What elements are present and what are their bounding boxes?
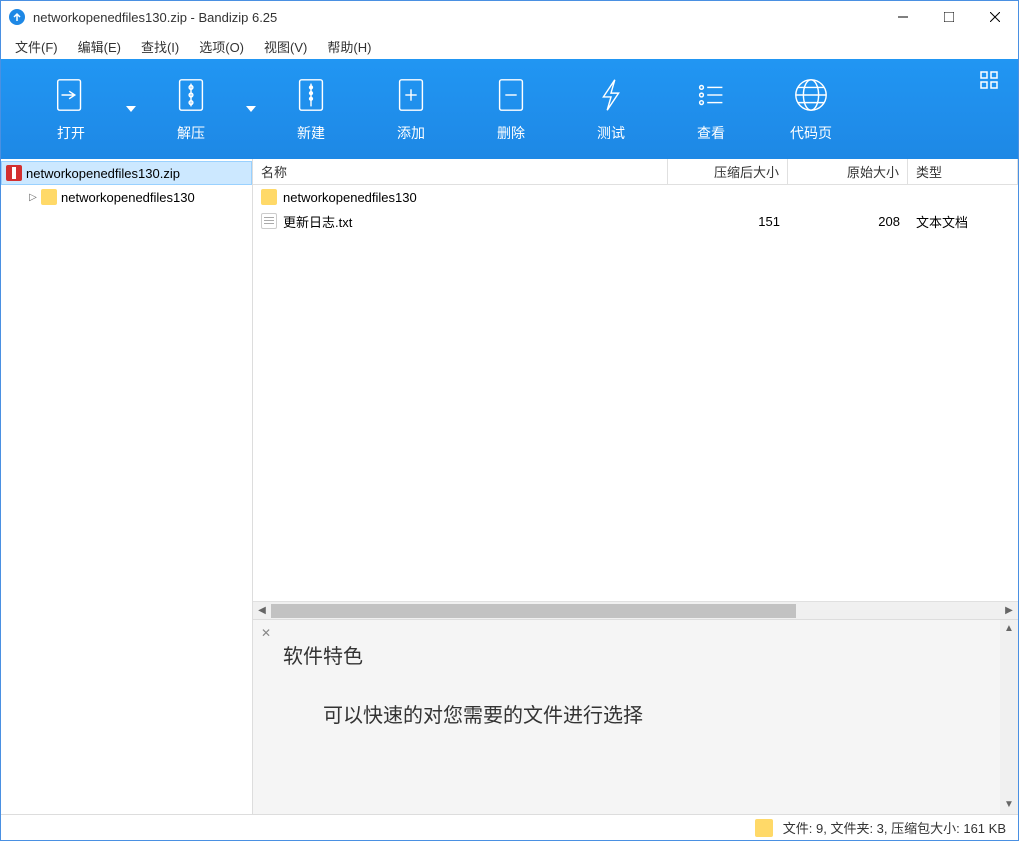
text-file-icon xyxy=(261,213,277,229)
col-original[interactable]: 原始大小 xyxy=(788,159,908,184)
tree-child[interactable]: ▷ networkopenedfiles130 xyxy=(1,185,252,209)
scroll-left-icon[interactable]: ◀ xyxy=(253,605,271,616)
close-button[interactable] xyxy=(972,1,1018,33)
app-icon xyxy=(9,9,25,25)
archive-icon xyxy=(6,165,22,181)
preview-text: 可以快速的对您需要的文件进行选择 xyxy=(323,699,988,728)
add-icon xyxy=(392,76,430,114)
globe-icon xyxy=(792,76,830,114)
look-button[interactable]: 查看 xyxy=(661,64,761,154)
open-dropdown[interactable] xyxy=(121,106,141,112)
scroll-up-icon[interactable]: ▲ xyxy=(1000,620,1018,638)
window-title: networkopenedfiles130.zip - Bandizip 6.2… xyxy=(33,10,880,25)
folder-tree: networkopenedfiles130.zip ▷ networkopene… xyxy=(1,159,253,814)
scroll-thumb[interactable] xyxy=(271,604,796,618)
maximize-button[interactable] xyxy=(926,1,972,33)
tree-root-label: networkopenedfiles130.zip xyxy=(26,166,180,181)
extract-button[interactable]: 解压 xyxy=(141,64,241,154)
new-icon xyxy=(292,76,330,114)
horizontal-scrollbar[interactable]: ◀ ▶ xyxy=(253,601,1018,619)
col-compressed[interactable]: 压缩后大小 xyxy=(668,159,788,184)
menu-file[interactable]: 文件(F) xyxy=(11,35,62,58)
list-item[interactable]: networkopenedfiles130 xyxy=(253,185,1018,209)
new-button[interactable]: 新建 xyxy=(261,64,361,154)
menu-options[interactable]: 选项(O) xyxy=(195,35,248,58)
extract-icon xyxy=(172,76,210,114)
archive-badge-icon xyxy=(755,819,773,837)
expander-icon[interactable]: ▷ xyxy=(25,192,41,203)
tree-child-label: networkopenedfiles130 xyxy=(61,190,195,205)
test-icon xyxy=(592,76,630,114)
col-type[interactable]: 类型 xyxy=(908,159,1018,184)
toolbar: 打开 解压 新建 添加 删除 测试 查看 代码页 xyxy=(1,59,1018,159)
folder-icon xyxy=(261,189,277,205)
vertical-scrollbar[interactable]: ▲ ▼ xyxy=(1000,620,1018,814)
delete-icon xyxy=(492,76,530,114)
minimize-button[interactable] xyxy=(880,1,926,33)
file-pane: 名称 压缩后大小 原始大小 类型 networkopenedfiles130 更… xyxy=(253,159,1018,814)
menubar: 文件(F) 编辑(E) 查找(I) 选项(O) 视图(V) 帮助(H) xyxy=(1,33,1018,59)
main-area: networkopenedfiles130.zip ▷ networkopene… xyxy=(1,159,1018,814)
test-button[interactable]: 测试 xyxy=(561,64,661,154)
open-button[interactable]: 打开 xyxy=(21,64,121,154)
menu-help[interactable]: 帮助(H) xyxy=(323,35,375,58)
codepage-button[interactable]: 代码页 xyxy=(761,64,861,154)
layout-grid-icon[interactable] xyxy=(980,71,998,94)
close-preview-button[interactable]: ✕ xyxy=(261,626,271,640)
status-text: 文件: 9, 文件夹: 3, 压缩包大小: 161 KB xyxy=(783,818,1006,837)
window-controls xyxy=(880,1,1018,33)
preview-pane: ✕ 软件特色 可以快速的对您需要的文件进行选择 ▲ ▼ xyxy=(253,619,1018,814)
scroll-down-icon[interactable]: ▼ xyxy=(1000,796,1018,814)
menu-edit[interactable]: 编辑(E) xyxy=(74,35,125,58)
extract-dropdown[interactable] xyxy=(241,106,261,112)
titlebar: networkopenedfiles130.zip - Bandizip 6.2… xyxy=(1,1,1018,33)
scroll-right-icon[interactable]: ▶ xyxy=(1000,605,1018,616)
preview-title: 软件特色 xyxy=(283,640,988,669)
file-list: networkopenedfiles130 更新日志.txt 151 208 文… xyxy=(253,185,1018,601)
list-icon xyxy=(692,76,730,114)
list-item[interactable]: 更新日志.txt 151 208 文本文档 xyxy=(253,209,1018,233)
add-button[interactable]: 添加 xyxy=(361,64,461,154)
open-icon xyxy=(52,76,90,114)
statusbar: 文件: 9, 文件夹: 3, 压缩包大小: 161 KB xyxy=(1,814,1018,840)
menu-view[interactable]: 视图(V) xyxy=(260,35,311,58)
column-headers: 名称 压缩后大小 原始大小 类型 xyxy=(253,159,1018,185)
menu-find[interactable]: 查找(I) xyxy=(137,35,183,58)
tree-root[interactable]: networkopenedfiles130.zip xyxy=(1,161,252,185)
col-name[interactable]: 名称 xyxy=(253,159,668,184)
delete-button[interactable]: 删除 xyxy=(461,64,561,154)
folder-icon xyxy=(41,189,57,205)
